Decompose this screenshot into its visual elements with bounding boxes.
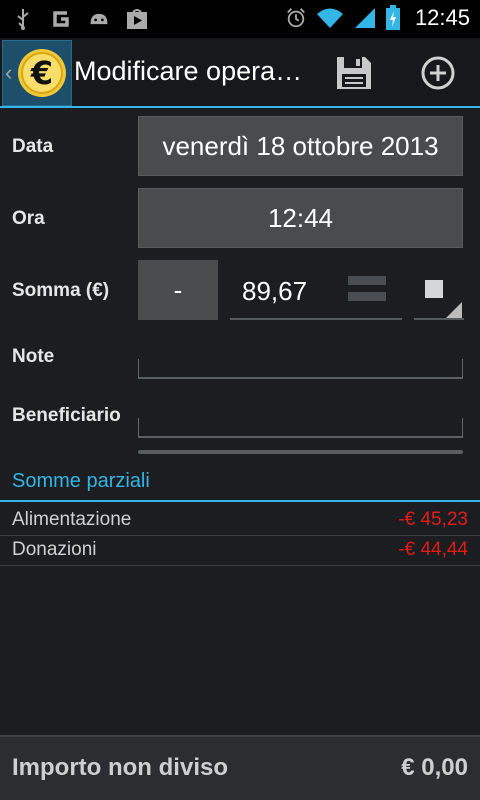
save-icon: [337, 57, 371, 89]
note-input[interactable]: [138, 359, 463, 379]
sign-toggle-button[interactable]: -: [138, 260, 218, 320]
spinner-corner-icon: [446, 302, 462, 318]
play-store-icon: [126, 6, 148, 32]
unsplit-amount-value: € 0,00: [401, 754, 468, 781]
page-title: Modificare opera…: [74, 56, 303, 86]
usb-icon: [12, 6, 34, 32]
up-navigation-button[interactable]: ‹ €: [2, 40, 72, 106]
action-bar: ‹ € Modificare opera…: [0, 38, 480, 108]
split-category: Donazioni: [12, 539, 97, 560]
signal-icon: [353, 5, 377, 31]
euro-coin-icon: €: [18, 49, 66, 97]
amount-label: Somma (€): [12, 280, 110, 301]
unsplit-amount-label: Importo non diviso: [12, 754, 228, 781]
note-label: Note: [12, 346, 55, 367]
calculator-icon[interactable]: [348, 274, 386, 304]
amount-input[interactable]: 89,67: [230, 262, 402, 320]
unsplit-amount-bar: Importo non diviso € 0,00: [0, 735, 480, 800]
spinner-square-icon: [425, 280, 443, 298]
scroll-edge: [138, 450, 463, 454]
split-amount: -€ 45,23: [398, 509, 468, 530]
amount-value: 89,67: [242, 276, 308, 306]
split-row[interactable]: Donazioni -€ 44,44: [0, 536, 480, 566]
alarm-icon: [285, 5, 307, 31]
add-button[interactable]: [412, 50, 464, 96]
split-category: Alimentazione: [12, 509, 132, 530]
battery-charging-icon: [385, 5, 401, 31]
wifi-icon: [315, 5, 345, 31]
svg-text:€: €: [30, 54, 53, 92]
date-label: Data: [12, 136, 54, 157]
g-icon: [50, 6, 72, 32]
time-picker-button[interactable]: 12:44: [138, 188, 463, 248]
time-label: Ora: [12, 208, 45, 229]
status-bar: 12:45: [0, 0, 480, 38]
payee-input[interactable]: [138, 418, 463, 438]
chevron-left-icon: ‹: [5, 60, 13, 85]
add-circle-icon: [421, 56, 455, 90]
android-icon: [88, 6, 110, 32]
split-section-header: Somme parziali: [12, 470, 150, 492]
split-amount: -€ 44,44: [398, 539, 468, 560]
payee-label: Beneficiario: [12, 405, 121, 426]
clock-time: 12:45: [414, 5, 470, 30]
split-row[interactable]: Alimentazione -€ 45,23: [0, 506, 480, 536]
save-button[interactable]: [328, 50, 380, 96]
currency-spinner[interactable]: [414, 262, 464, 320]
date-picker-button[interactable]: venerdì 18 ottobre 2013: [138, 116, 463, 176]
section-divider: [0, 500, 480, 502]
